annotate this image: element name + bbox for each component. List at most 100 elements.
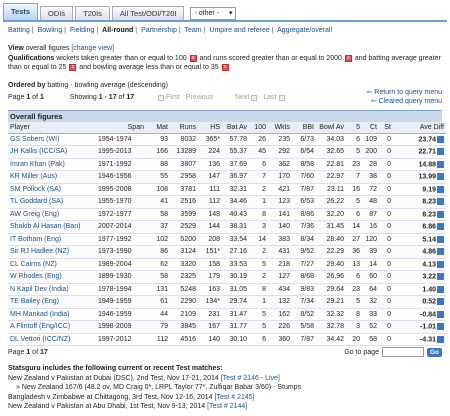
- player-profile-icon[interactable]: [437, 185, 444, 193]
- player-link[interactable]: Sir RJ Hadlee (NZ): [8, 245, 96, 259]
- tab-all-formats[interactable]: All Test/ODI/T20I: [111, 6, 185, 20]
- tab-t20is[interactable]: T20Is: [75, 6, 110, 20]
- column-header-bowl-av[interactable]: Bowl Av: [316, 122, 346, 134]
- player-name[interactable]: Imran Khan (Pak): [10, 161, 65, 168]
- next-link[interactable]: Next: [235, 94, 249, 101]
- column-header-bat-av[interactable]: Bat Av: [222, 122, 249, 134]
- player-name[interactable]: MH Mankad (India): [10, 311, 70, 318]
- player-name[interactable]: Shakib Al Hasan (Ban): [10, 223, 80, 230]
- column-header-st[interactable]: St: [379, 122, 393, 134]
- player-name[interactable]: Sir RJ Hadlee (NZ): [10, 248, 69, 255]
- subnav-batting[interactable]: Batting: [8, 27, 30, 34]
- column-header-ave-diff[interactable]: Ave Diff: [393, 122, 446, 134]
- player-link[interactable]: TE Bailey (Eng): [8, 295, 96, 309]
- player-link[interactable]: DL Vettori (ICC/NZ): [8, 333, 96, 346]
- player-profile-icon[interactable]: [437, 298, 444, 306]
- player-name[interactable]: GS Sobers (WI): [10, 136, 59, 143]
- player-link[interactable]: JH Kallis (ICC/SA): [8, 145, 96, 159]
- player-profile-icon[interactable]: [437, 148, 444, 156]
- player-profile-icon[interactable]: [437, 235, 444, 243]
- player-name[interactable]: CL Cairns (NZ): [10, 261, 57, 268]
- player-link[interactable]: GS Sobers (WI): [8, 133, 96, 146]
- subnav-aggregate[interactable]: Aggregate/overall: [277, 27, 332, 34]
- column-header-wkts[interactable]: Wkts: [268, 122, 292, 134]
- player-profile-icon[interactable]: [437, 160, 444, 168]
- column-header-ct[interactable]: Ct: [362, 122, 379, 134]
- player-name[interactable]: KR Miller (Aus): [10, 173, 57, 180]
- subnav-partnership[interactable]: Partnership: [141, 27, 177, 34]
- column-header-span[interactable]: Span: [96, 122, 146, 134]
- player-profile-icon[interactable]: [437, 273, 444, 281]
- subnav-all-round[interactable]: All-round: [102, 27, 133, 34]
- goto-label: Go to page: [344, 348, 379, 356]
- player-name[interactable]: W Rhodes (Eng): [10, 273, 62, 280]
- remove-bat-avg-qual-icon[interactable]: x: [69, 63, 77, 71]
- player-link[interactable]: MH Mankad (India): [8, 308, 96, 321]
- player-name[interactable]: TE Bailey (Eng): [10, 298, 59, 305]
- player-profile-icon[interactable]: [437, 173, 444, 181]
- player-name[interactable]: SM Pollock (SA): [10, 186, 61, 193]
- goto-page-input[interactable]: [381, 347, 424, 357]
- subnav-team[interactable]: Team: [185, 27, 202, 34]
- player-profile-icon[interactable]: [437, 260, 444, 268]
- player-name[interactable]: IT Botham (Eng): [10, 236, 61, 243]
- first-link[interactable]: First: [166, 94, 180, 101]
- column-header-hs[interactable]: HS: [198, 122, 222, 134]
- player-name[interactable]: TL Goddard (SA): [10, 198, 63, 205]
- player-link[interactable]: KR Miller (Aus): [8, 170, 96, 184]
- column-header-mat[interactable]: Mat: [146, 122, 170, 134]
- remove-runs-qual-icon[interactable]: x: [344, 54, 352, 62]
- player-name[interactable]: DL Vettori (ICC/NZ): [10, 336, 70, 343]
- match-link[interactable]: [Test # 2146 - Live]: [221, 375, 280, 382]
- match-link[interactable]: [Test # 2145]: [215, 394, 255, 401]
- player-profile-icon[interactable]: [437, 310, 444, 318]
- player-link[interactable]: A Flintoff (Eng/ICC): [8, 320, 96, 334]
- match-item: New Zealand v Pakistan at Dubai (DSC), 2…: [8, 374, 442, 384]
- return-to-query-link[interactable]: Return to query menu: [374, 89, 442, 96]
- table-cell-span: 1954-1974: [96, 133, 146, 146]
- subnav-umpire[interactable]: Umpire and referee: [209, 27, 269, 34]
- player-profile-icon[interactable]: [437, 248, 444, 256]
- column-header-bbi[interactable]: BBI: [292, 122, 316, 134]
- go-button[interactable]: Go: [426, 347, 442, 357]
- player-link[interactable]: CL Cairns (NZ): [8, 258, 96, 271]
- change-view-link[interactable]: [change view]: [71, 45, 114, 52]
- player-profile-icon[interactable]: [437, 198, 444, 206]
- player-profile-icon[interactable]: [437, 335, 444, 343]
- player-link[interactable]: Imran Khan (Pak): [8, 158, 96, 171]
- subnav-bowling[interactable]: Bowling: [38, 27, 63, 34]
- remove-bowl-avg-qual-icon[interactable]: x: [221, 63, 229, 71]
- column-header-runs[interactable]: Runs: [170, 122, 198, 134]
- player-profile-icon[interactable]: [437, 323, 444, 331]
- table-row: CL Cairns (NZ) 1989-2004 62 3320 158 33.53 5 21…: [8, 258, 446, 271]
- subnav-fielding[interactable]: Fielding: [70, 27, 95, 34]
- player-link[interactable]: W Rhodes (Eng): [8, 270, 96, 284]
- player-profile-icon[interactable]: [437, 285, 444, 293]
- column-header-player[interactable]: Player: [8, 122, 96, 134]
- remove-wickets-qual-icon[interactable]: x: [189, 54, 197, 62]
- player-link[interactable]: N Kapil Dev (India): [8, 283, 96, 296]
- player-link[interactable]: IT Botham (Eng): [8, 233, 96, 246]
- tab-odis[interactable]: ODIs: [40, 6, 74, 20]
- other-format-select[interactable]: - other - ▾: [190, 7, 237, 20]
- column-header-5[interactable]: 5: [346, 122, 362, 134]
- player-name[interactable]: JH Kallis (ICC/SA): [10, 148, 67, 155]
- player-profile-icon[interactable]: [437, 223, 444, 231]
- match-link[interactable]: [Test # 2144]: [207, 403, 247, 410]
- player-name[interactable]: A Flintoff (Eng/ICC): [10, 323, 70, 330]
- player-name[interactable]: N Kapil Dev (India): [10, 286, 69, 293]
- table-row: IT Botham (Eng) 1977-1992 102 5200 208 33.54 1…: [8, 233, 446, 246]
- player-profile-icon[interactable]: [437, 210, 444, 218]
- tab-tests[interactable]: Tests: [3, 3, 39, 20]
- player-link[interactable]: TL Goddard (SA): [8, 195, 96, 209]
- player-link[interactable]: Shakib Al Hasan (Ban): [8, 220, 96, 234]
- previous-link[interactable]: Previous: [186, 94, 213, 101]
- player-profile-icon[interactable]: [437, 135, 444, 143]
- table-row: A Flintoff (Eng/ICC) 1998-2009 79 3845 167 31…: [8, 320, 446, 334]
- player-link[interactable]: SM Pollock (SA): [8, 183, 96, 196]
- column-header-100[interactable]: 100: [249, 122, 268, 134]
- cleared-query-link[interactable]: Cleared query menu: [379, 98, 442, 105]
- player-link[interactable]: AW Greig (Eng): [8, 208, 96, 221]
- player-name[interactable]: AW Greig (Eng): [10, 211, 59, 218]
- last-link[interactable]: Last: [263, 94, 276, 101]
